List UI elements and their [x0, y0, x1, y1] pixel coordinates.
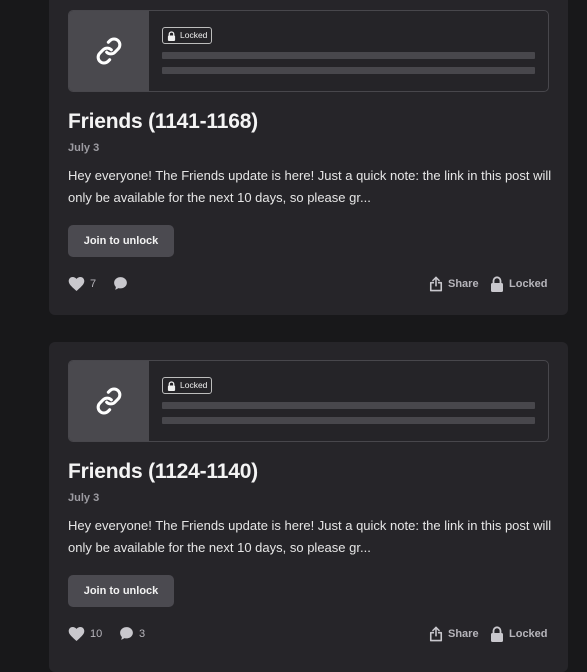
- like-button[interactable]: 10: [68, 626, 102, 641]
- placeholder-line: [162, 67, 535, 74]
- share-label: Share: [448, 278, 479, 290]
- post-excerpt: Hey everyone! The Friends update is here…: [68, 168, 552, 205]
- share-icon: [429, 626, 443, 642]
- lock-icon: [490, 276, 504, 292]
- like-button[interactable]: 7: [68, 276, 96, 291]
- locked-badge-label: Locked: [180, 30, 208, 40]
- post-date: July 3: [68, 142, 100, 154]
- locked-label: Locked: [509, 628, 548, 640]
- like-count: 7: [90, 277, 97, 290]
- placeholder-line: [162, 402, 535, 409]
- comment-button[interactable]: [113, 276, 133, 291]
- post-actions: 10 3 Share Locked: [68, 626, 549, 646]
- share-button[interactable]: Share: [429, 626, 479, 642]
- placeholder-line: [162, 417, 535, 424]
- lock-icon: [167, 30, 176, 41]
- locked-indicator: Locked: [490, 626, 548, 642]
- locked-label: Locked: [509, 278, 548, 290]
- lock-icon: [167, 380, 176, 391]
- share-label: Share: [448, 628, 479, 640]
- comment-count: 3: [139, 627, 146, 640]
- comment-icon: [119, 626, 134, 641]
- locked-badge: Locked: [162, 27, 213, 44]
- join-to-unlock-button[interactable]: Join to unlock: [68, 575, 174, 607]
- link-icon: [95, 387, 123, 415]
- share-button[interactable]: Share: [429, 276, 479, 292]
- post-card[interactable]: Locked Friends (1141-1168) July 3 Hey ev…: [49, 0, 568, 315]
- comment-button[interactable]: 3: [119, 626, 145, 641]
- comment-icon: [113, 276, 128, 291]
- share-icon: [429, 276, 443, 292]
- placeholder-line: [162, 52, 535, 59]
- post-title[interactable]: Friends (1124-1140): [68, 460, 258, 484]
- heart-icon: [68, 626, 85, 641]
- locked-badge: Locked: [162, 377, 213, 394]
- locked-link-preview[interactable]: Locked: [68, 10, 549, 92]
- join-to-unlock-button[interactable]: Join to unlock: [68, 225, 174, 257]
- post-title[interactable]: Friends (1141-1168): [68, 110, 258, 134]
- post-date: July 3: [68, 492, 100, 504]
- post-card[interactable]: Locked Friends (1124-1140) July 3 Hey ev…: [49, 342, 568, 672]
- link-thumbnail: [69, 11, 149, 91]
- locked-badge-label: Locked: [180, 380, 208, 390]
- locked-indicator: Locked: [490, 276, 548, 292]
- lock-icon: [490, 626, 504, 642]
- post-actions: 7 Share Locked: [68, 276, 549, 296]
- heart-icon: [68, 276, 85, 291]
- link-thumbnail: [69, 361, 149, 441]
- like-count: 10: [90, 627, 103, 640]
- locked-link-preview[interactable]: Locked: [68, 360, 549, 442]
- post-excerpt: Hey everyone! The Friends update is here…: [68, 518, 552, 555]
- link-icon: [95, 37, 123, 65]
